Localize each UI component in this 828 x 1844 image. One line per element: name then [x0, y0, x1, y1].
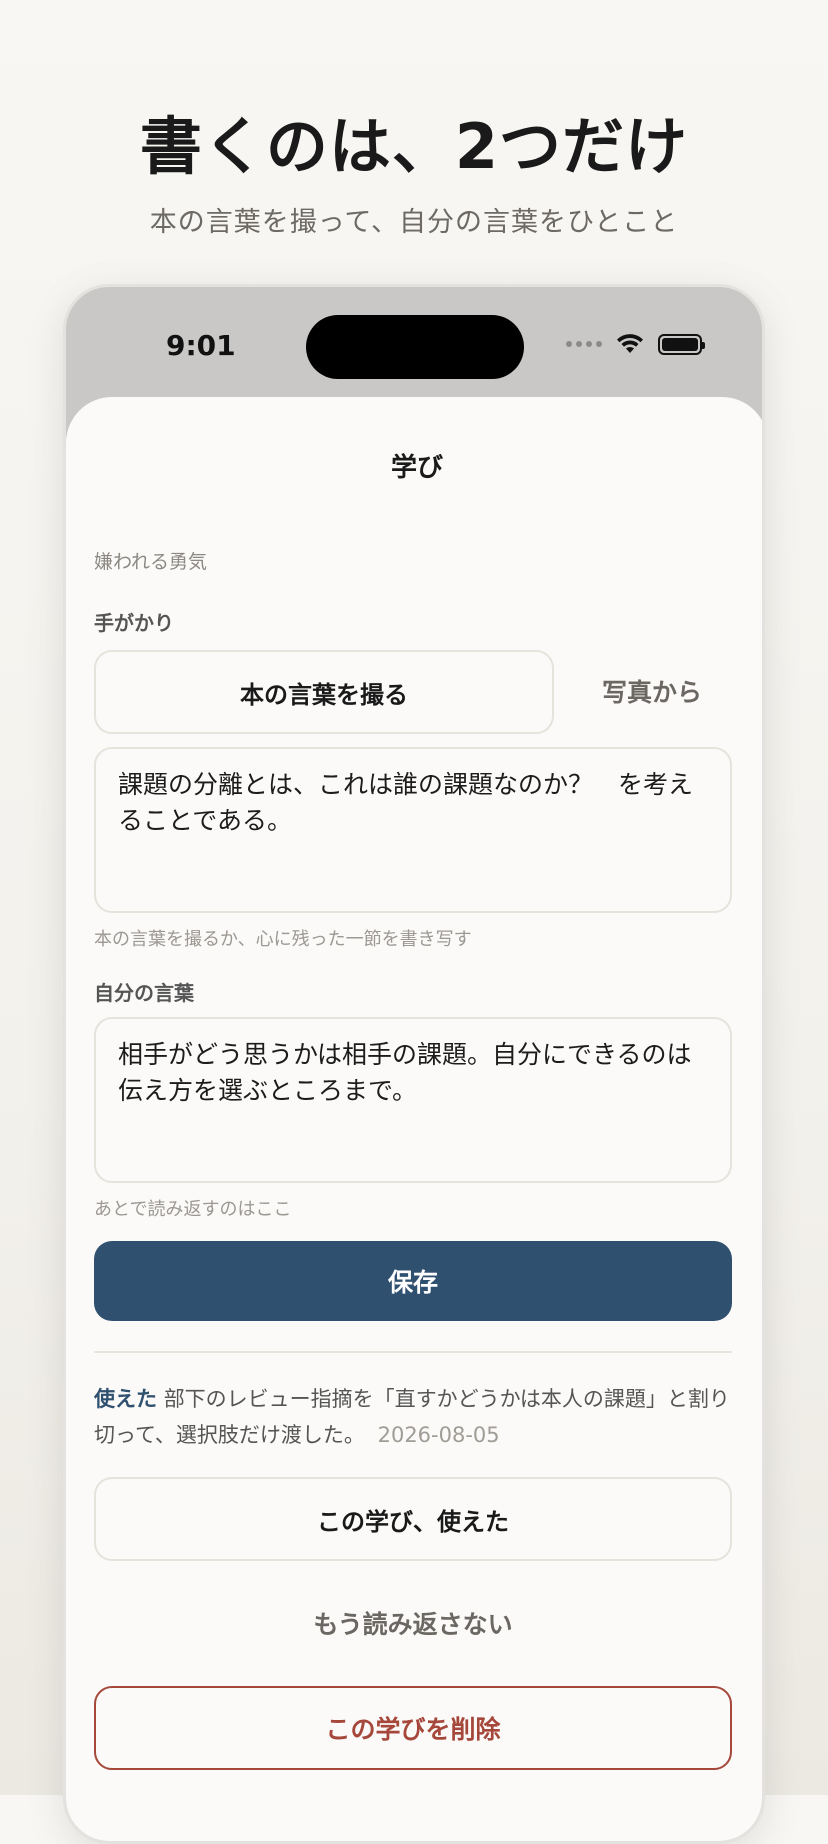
- save-button[interactable]: 保存: [94, 1241, 732, 1321]
- used-note: 使えた 部下のレビュー指摘を「直すかどうかは本人の課題」と割り切って、選択肢だけ…: [94, 1381, 734, 1453]
- own-words-label: 自分の言葉: [94, 981, 194, 1005]
- clue-hint: 本の言葉を撮るか、心に残った一節を書き写す: [94, 929, 472, 950]
- learning-sheet: 学び 嫌われる勇気 手がかり 本の言葉を撮る 写真から 課題の分離とは、これは誰…: [66, 397, 762, 1841]
- own-words-hint: あとで読み返すのはここ: [94, 1199, 292, 1220]
- no-reread-button[interactable]: もう読み返さない: [94, 1605, 732, 1641]
- clue-textarea[interactable]: 課題の分離とは、これは誰の課題なのか？ を考えることである。: [94, 747, 732, 913]
- divider: [94, 1351, 732, 1353]
- promo-title: 書くのは、2つだけ: [139, 110, 689, 183]
- phone-frame: 9:01 学び 嫌われる勇気 手がかり 本の言葉を撮る 写真から 課題の分離とは…: [63, 284, 765, 1844]
- dynamic-island: [306, 315, 524, 379]
- delete-button[interactable]: この学びを削除: [94, 1686, 732, 1770]
- mark-used-button[interactable]: この学び、使えた: [94, 1477, 732, 1561]
- status-time: 9:01: [166, 329, 236, 362]
- clue-label: 手がかり: [94, 611, 174, 635]
- used-tag: 使えた: [94, 1387, 157, 1411]
- capture-text-button[interactable]: 本の言葉を撮る: [94, 650, 554, 734]
- from-photo-button[interactable]: 写真から: [572, 673, 732, 709]
- promo-subtitle: 本の言葉を撮って、自分の言葉をひとこと: [149, 207, 679, 238]
- status-indicators: [566, 333, 705, 355]
- used-note-date: 2026-08-05: [377, 1423, 500, 1447]
- wifi-icon: [617, 334, 643, 353]
- own-words-textarea[interactable]: 相手がどう思うかは相手の課題。自分にできるのは伝え方を選ぶところまで。: [94, 1017, 732, 1183]
- sheet-title: 学び: [390, 453, 443, 483]
- book-name: 嫌われる勇気: [94, 551, 208, 573]
- battery-icon: [658, 333, 705, 355]
- cellular-signal-icon: [566, 341, 602, 347]
